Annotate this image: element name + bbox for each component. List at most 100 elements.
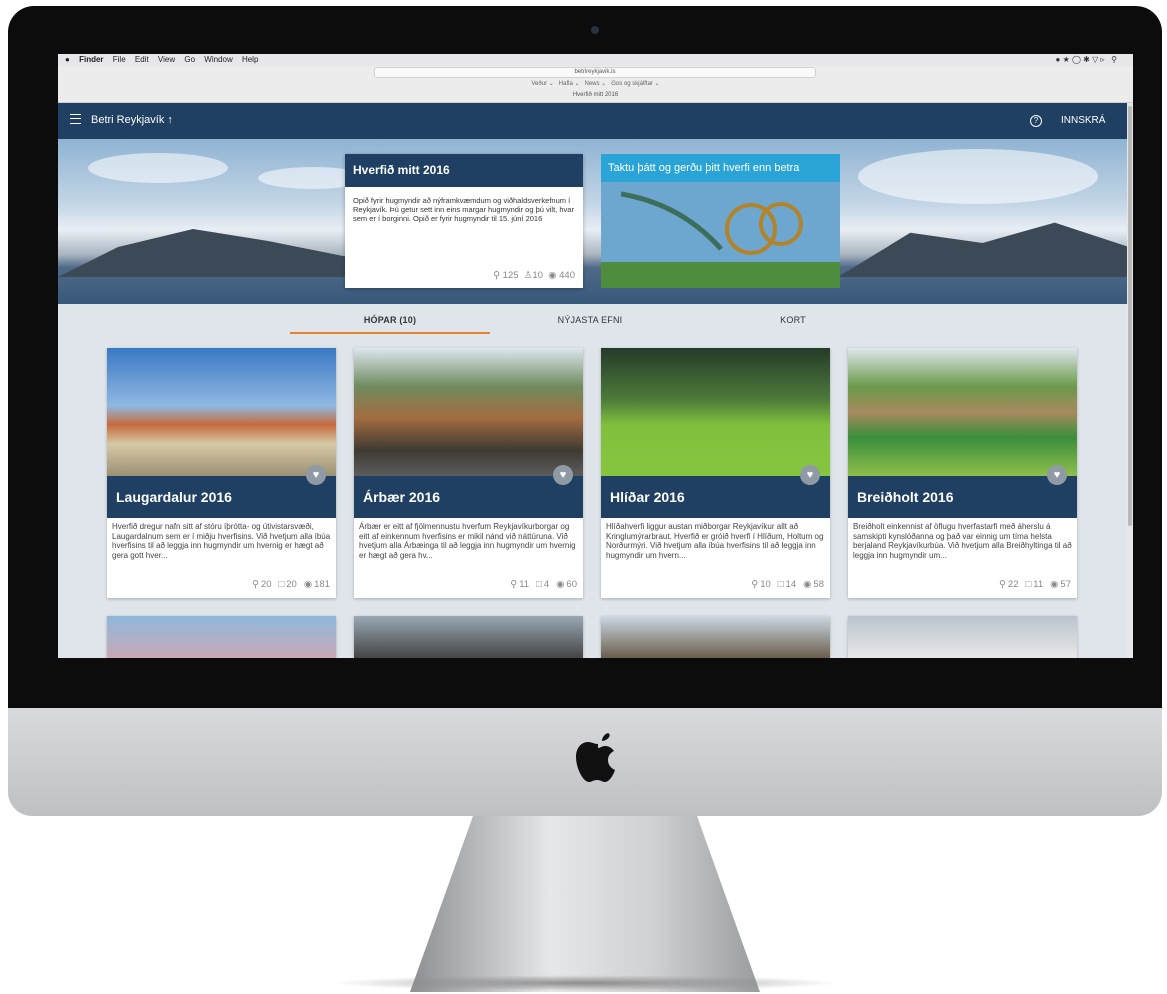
groups-count: 10 [532,270,543,281]
eye-icon: ◉ [556,579,565,590]
group-card-next-3[interactable] [601,616,830,658]
card-description: Breiðholt einkennist af öflugu hverfasta… [853,522,1072,560]
cloud [858,149,1098,204]
rollercoaster-illustration [621,191,803,255]
menu-view[interactable]: View [158,55,175,64]
group-card-laugardalur[interactable]: Laugardalur 2016 ♥ Hverfið dregur nafn s… [107,348,336,598]
menu-edit[interactable]: Edit [135,55,149,64]
card-image [107,348,336,476]
favorite-vedur[interactable]: Veður ⌄ [531,81,553,87]
views-count: 440 [559,270,575,281]
group-card-next-4[interactable] [848,616,1077,658]
group-card-breidholt[interactable]: Breiðholt 2016 ♥ Breiðholt einkennist af… [848,348,1077,598]
ideas-count: 11 [519,579,530,590]
card-description: Árbær er eitt af fjölmennustu hverfum Re… [359,522,576,560]
card-title: Hlíðar 2016 [601,476,830,518]
hero-card-stats: ⚲ 125 ♙10 ◉ 440 [493,270,575,281]
card-title: Árbær 2016 [354,476,583,518]
scrollbar-thumb[interactable] [1128,106,1132,526]
views-count: 57 [1060,579,1071,590]
ideas-count: 20 [260,579,272,590]
lightbulb-icon: ⚲ [751,579,759,590]
comment-icon: □ [536,579,542,590]
mountain [838,222,1127,277]
comment-icon: □ [278,579,285,590]
hero-card-text: Opið fyrir hugmyndir að nýframkvæmdum og… [353,196,574,223]
lightbulb-icon: ⚲ [998,579,1006,590]
heart-icon[interactable]: ♥ [306,465,326,485]
camera [591,26,599,34]
views-count: 60 [566,579,577,590]
menu-go[interactable]: Go [184,55,195,64]
eye-icon: ◉ [1050,579,1059,590]
screen: ● Finder File Edit View Go Window Help ●… [58,54,1133,658]
cloud [88,153,228,183]
group-card-next-2[interactable] [354,616,583,658]
active-tab-indicator [290,332,490,334]
comments-count: 14 [785,579,797,590]
tab-hopar[interactable]: HÓPAR (10) [290,315,490,325]
login-button[interactable]: INNSKRÁ [1061,115,1105,126]
heart-icon[interactable]: ♥ [1047,465,1067,485]
card-stats: ⚲ 20 □ 20 ◉ 181 [245,579,330,590]
url-bar[interactable]: betrireykjavik.is [374,67,816,78]
help-icon[interactable]: ? [1030,115,1042,127]
tab-nyjasta-efni[interactable]: NÝJASTA EFNI [490,315,690,325]
heart-icon[interactable]: ♥ [800,465,820,485]
comment-icon: □ [777,579,784,590]
eye-icon: ◉ [303,579,313,590]
comments-count: 11 [1033,579,1044,590]
hero-banner: Hverfið mitt 2016 Opið fyrir hugmyndir a… [58,139,1127,304]
card-stats: ⚲ 10 □ 14 ◉ 58 [744,579,824,590]
arrow-up-icon: ↑ [167,114,173,126]
card-description: Hverfið dregur nafn sitt af stóru íþrótt… [112,522,331,560]
mac-menubar: ● Finder File Edit View Go Window Help ●… [58,54,1133,66]
lightbulb-icon: ⚲ [493,270,501,281]
imac-stand [410,816,760,992]
hero-card[interactable]: Hverfið mitt 2016 Opið fyrir hugmyndir a… [345,154,583,288]
comments-count: 20 [286,579,297,590]
menu-window[interactable]: Window [204,55,232,64]
ideas-count: 10 [760,579,771,590]
apple-logo-icon [576,733,615,782]
card-stats: ⚲ 22 □ 11 ◉ 57 [992,579,1071,590]
card-title: Breiðholt 2016 [848,476,1077,518]
ideas-count: 22 [1007,579,1019,590]
heart-icon[interactable]: ♥ [553,465,573,485]
app-title[interactable]: Betri Reykjavík ↑ [91,114,173,126]
ideas-count: 125 [502,270,519,281]
card-title: Laugardalur 2016 [107,476,336,518]
eye-icon: ◉ [548,270,557,281]
favorite-gos[interactable]: Gos og skjálftar ⌄ [611,81,659,87]
promo-card[interactable]: Taktu þátt og gerðu þitt hverfi enn betr… [601,154,840,288]
views-count: 181 [314,579,330,590]
card-image [601,348,830,476]
menu-finder[interactable]: Finder [79,55,103,64]
stand-shadow [330,975,840,991]
browser-toolbar: betrireykjavik.is Veður ⌄ Hafla ⌄ News ⌄… [58,66,1133,103]
favorite-hafla[interactable]: Hafla ⌄ [559,81,580,87]
group-card-hlidar[interactable]: Hlíðar 2016 ♥ Hlíðahverfi liggur austan … [601,348,830,598]
menu-file[interactable]: File [113,55,126,64]
hamburger-menu-icon[interactable] [70,114,81,124]
promo-grass [601,262,840,288]
lightbulb-icon: ⚲ [251,579,259,590]
app-bar: Betri Reykjavík ↑ ? INNSKRÁ [58,103,1127,139]
mountain [58,229,358,277]
tab-kort[interactable]: KORT [693,315,893,325]
group-card-next-1[interactable] [107,616,336,658]
comments-count: 4 [543,579,550,590]
views-count: 58 [813,579,824,590]
lightbulb-icon: ⚲ [510,579,518,590]
card-image [848,348,1077,476]
card-image [354,348,583,476]
promo-title: Taktu þátt og gerðu þitt hverfi enn betr… [601,154,840,182]
group-card-arbaer[interactable]: Árbær 2016 ♥ Árbær er eitt af fjölmennus… [354,348,583,598]
favorite-news[interactable]: News ⌄ [585,81,607,87]
comment-icon: □ [1025,579,1032,590]
browser-tab[interactable]: Hverfið mitt 2016 [58,92,1133,98]
hero-card-title: Hverfið mitt 2016 [345,154,583,187]
apple-menu-icon[interactable]: ● [65,55,70,64]
menu-help[interactable]: Help [242,55,258,64]
card-description: Hlíðahverfi liggur austan miðborgar Reyk… [606,522,824,560]
